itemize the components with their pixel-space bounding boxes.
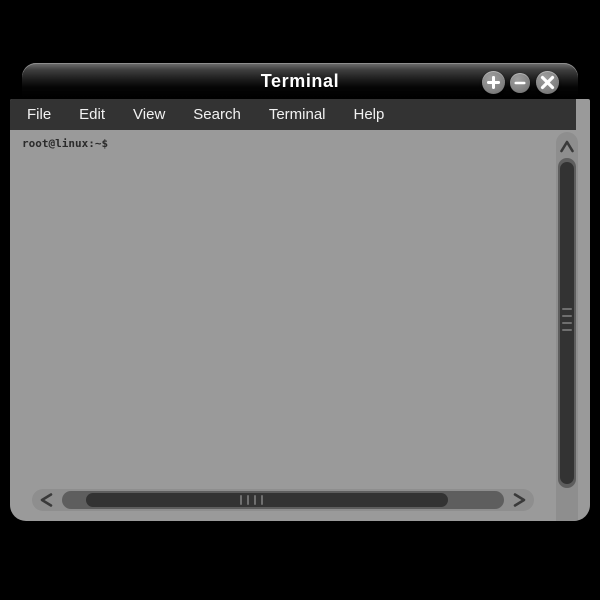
terminal-screen[interactable]: root@linux:~$	[10, 130, 556, 485]
chevron-up-icon	[560, 140, 574, 153]
menu-item-view[interactable]: View	[133, 106, 165, 123]
menu-bar: File Edit View Search Terminal Help	[10, 99, 576, 130]
menu-item-terminal[interactable]: Terminal	[269, 106, 326, 123]
vertical-scroll-grip	[562, 308, 572, 332]
plus-icon	[487, 76, 500, 89]
chevron-left-icon	[40, 493, 53, 507]
close-icon	[540, 75, 555, 90]
scroll-up-button[interactable]	[559, 138, 575, 156]
horizontal-scroll-grip	[240, 495, 268, 505]
terminal-window: Terminal File Edit View Search Terminal	[10, 63, 590, 521]
shell-prompt: root@linux:~$	[22, 137, 109, 150]
menu-item-edit[interactable]: Edit	[79, 106, 105, 123]
horizontal-scroll-track[interactable]	[62, 491, 504, 509]
window-body: File Edit View Search Terminal Help root…	[10, 99, 590, 521]
menu-item-file[interactable]: File	[27, 106, 51, 123]
minimize-button[interactable]	[510, 73, 530, 93]
scroll-right-button[interactable]	[510, 492, 528, 508]
vertical-scrollbar[interactable]	[556, 132, 578, 521]
minus-icon	[514, 81, 526, 85]
menu-item-search[interactable]: Search	[193, 106, 241, 123]
maximize-button[interactable]	[482, 71, 505, 94]
vertical-scroll-thumb[interactable]	[560, 162, 574, 484]
horizontal-scroll-thumb[interactable]	[86, 493, 448, 507]
chevron-right-icon	[513, 493, 526, 507]
scroll-left-button[interactable]	[38, 492, 56, 508]
menu-item-help[interactable]: Help	[354, 106, 385, 123]
close-button[interactable]	[536, 71, 559, 94]
vertical-scroll-track[interactable]	[558, 158, 576, 488]
horizontal-scrollbar[interactable]	[32, 489, 534, 511]
